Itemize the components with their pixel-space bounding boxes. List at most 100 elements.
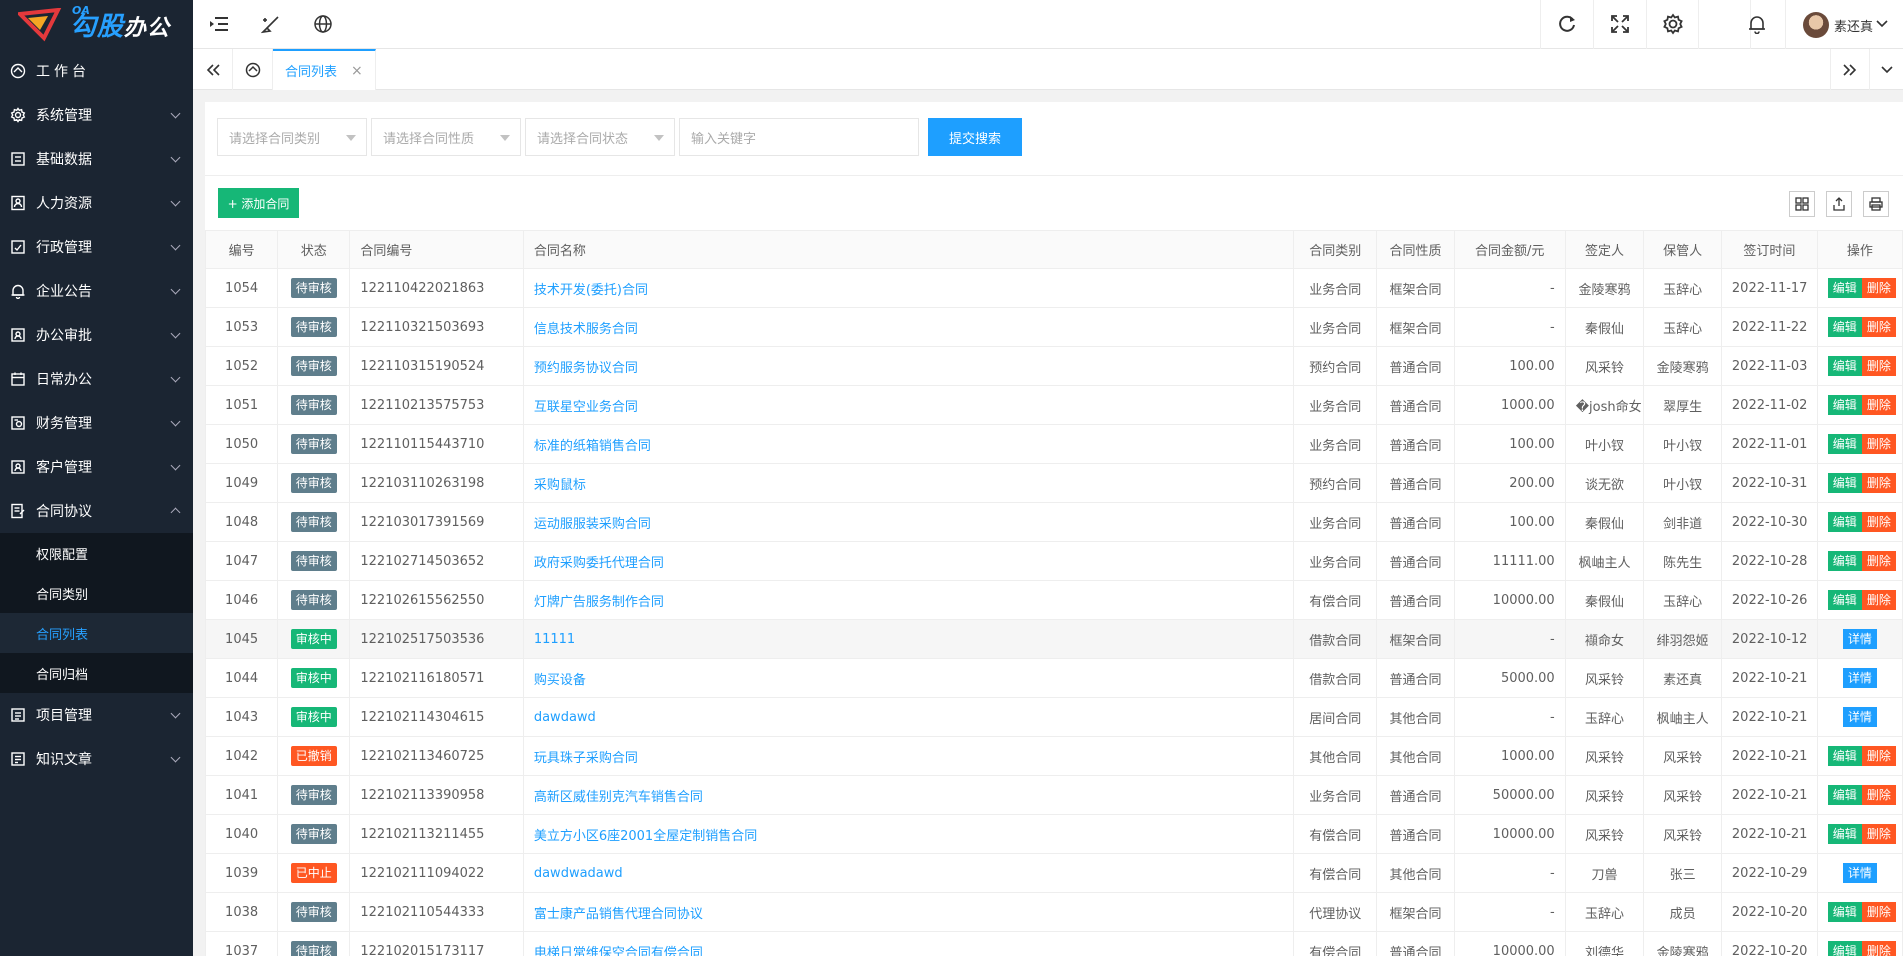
header-name[interactable]: 合同名称 [522,230,1295,269]
table-row[interactable]: 1052 待审核 122110315190524 预约服务协议合同 预约合同 普通合同 10… [205,346,1903,386]
table-row[interactable]: 1038 待审核 122102110544333 富士康产品销售代理合同协议 代理协议框… [205,892,1903,932]
contract-name-link[interactable]: 信息技术服务合同 [534,322,638,337]
nature-select[interactable]: 请选择合同性质 [371,118,521,156]
sidebar-item-5[interactable]: 企业公告 [0,269,193,313]
globe-icon[interactable] [311,12,335,36]
sidebar-item-11[interactable]: 项目管理 [0,693,193,737]
contract-name-link[interactable]: 购买设备 [534,673,586,688]
table-row[interactable]: 1040 待审核 122102113211455 美立方小区6座2001全屋定制销售合… [205,814,1903,854]
detail-button[interactable]: 详情 [1842,863,1877,883]
add-contract-button[interactable]: + 添加合同 [218,188,299,218]
refresh-icon[interactable] [1555,12,1579,36]
close-icon[interactable]: × [351,63,363,79]
contract-name-link[interactable]: 高新区威佳别克汽车销售合同 [534,790,703,805]
edit-button[interactable]: 编辑 [1827,473,1862,493]
table-row[interactable]: 1054 待审核 122110422021863 技术开发(委托)合同 业务合同 框架合同… [205,268,1903,308]
status-select[interactable]: 请选择合同状态 [525,118,675,156]
header-code[interactable]: 合同编号 [349,230,524,269]
sidebar-item-4[interactable]: 行政管理 [0,225,193,269]
delete-button[interactable]: 删除 [1861,395,1896,415]
table-row[interactable]: 1051 待审核 122110213575753 互联星空业务合同 业务合同 普通合同 10… [205,385,1903,425]
edit-button[interactable]: 编辑 [1827,278,1862,298]
submenu-item-1[interactable]: 合同类别 [0,573,193,613]
bell-icon[interactable] [1745,12,1769,36]
sidebar-item-6[interactable]: 办公审批 [0,313,193,357]
export-icon[interactable] [1826,191,1852,217]
delete-button[interactable]: 删除 [1861,317,1896,337]
contract-name-link[interactable]: 美立方小区6座2001全屋定制销售合同 [534,829,757,844]
sidebar-item-3[interactable]: 人力资源 [0,181,193,225]
contract-name-link[interactable]: 11111 [534,632,575,647]
sidebar-item-7[interactable]: 日常办公 [0,357,193,401]
contract-name-link[interactable]: 电梯日常维保空合同有偿合同 [534,946,703,956]
delete-button[interactable]: 删除 [1861,824,1896,844]
header-date[interactable]: 签订时间 [1720,230,1818,269]
tab-contract-list[interactable]: 合同列表 × [273,49,376,90]
sidebar-item-8[interactable]: 财务管理 [0,401,193,445]
chevron-down-icon[interactable] [1875,12,1889,36]
table-row[interactable]: 1041 待审核 122102113390958 高新区威佳别克汽车销售合同 业务合同普… [205,775,1903,815]
edit-button[interactable]: 编辑 [1827,746,1862,766]
edit-button[interactable]: 编辑 [1827,395,1862,415]
table-row[interactable]: 1043 审核中 122102114304615 dawdawd 居间合同 其他合同 - 玉辞… [205,697,1903,737]
delete-button[interactable]: 删除 [1861,746,1896,766]
table-row[interactable]: 1044 审核中 122102116180571 购买设备 借款合同 普通合同 5000.0… [205,658,1903,698]
header-amount[interactable]: 合同金额/元 [1453,230,1566,269]
contract-name-link[interactable]: 标准的纸箱销售合同 [534,439,651,454]
fullscreen-icon[interactable] [1608,12,1632,36]
sidebar-item-10[interactable]: 合同协议 [0,489,193,533]
contract-name-link[interactable]: 采购鼠标 [534,478,586,493]
columns-icon[interactable] [1789,191,1815,217]
sidebar-item-12[interactable]: 知识文章 [0,737,193,781]
delete-button[interactable]: 删除 [1861,902,1896,922]
print-icon[interactable] [1863,191,1889,217]
contract-name-link[interactable]: dawdwadawd [534,866,623,881]
header-category[interactable]: 合同类别 [1293,230,1378,269]
tabs-scroll-left-icon[interactable] [193,49,233,90]
table-row[interactable]: 1048 待审核 122103017391569 运动服服装采购合同 业务合同 普通合同 1… [205,502,1903,542]
detail-button[interactable]: 详情 [1842,629,1877,649]
contract-name-link[interactable]: 政府采购委托代理合同 [534,556,664,571]
delete-button[interactable]: 删除 [1861,785,1896,805]
contract-name-link[interactable]: 预约服务协议合同 [534,361,638,376]
header-nature[interactable]: 合同性质 [1376,230,1455,269]
category-select[interactable]: 请选择合同类别 [217,118,367,156]
delete-button[interactable]: 删除 [1861,590,1896,610]
delete-button[interactable]: 删除 [1861,356,1896,376]
delete-button[interactable]: 删除 [1861,434,1896,454]
header-actions[interactable]: 操作 [1816,230,1903,269]
tabs-scroll-right-icon[interactable] [1830,49,1870,90]
contract-name-link[interactable]: dawdawd [534,710,596,725]
gear-icon[interactable] [1661,12,1685,36]
delete-button[interactable]: 删除 [1861,278,1896,298]
delete-button[interactable]: 删除 [1861,473,1896,493]
contract-name-link[interactable]: 互联星空业务合同 [534,400,638,415]
contract-name-link[interactable]: 灯牌广告服务制作合同 [534,595,664,610]
edit-button[interactable]: 编辑 [1827,434,1862,454]
header-status[interactable]: 状态 [277,230,351,269]
edit-button[interactable]: 编辑 [1827,785,1862,805]
contract-name-link[interactable]: 富士康产品销售代理合同协议 [534,907,703,922]
keyword-input[interactable]: 输入关键字 [679,118,919,156]
table-row[interactable]: 1037 待审核 122102015173117 电梯日常维保空合同有偿合同 有偿合同普… [205,931,1903,956]
table-row[interactable]: 1053 待审核 122110321503693 信息技术服务合同 业务合同 框架合同 - 秦… [205,307,1903,347]
table-row[interactable]: 1049 待审核 122103110263198 采购鼠标 预约合同 普通合同 200.00… [205,463,1903,503]
edit-button[interactable]: 编辑 [1827,512,1862,532]
brush-icon[interactable] [259,12,283,36]
submenu-item-2[interactable]: 合同列表 [0,613,193,653]
table-row[interactable]: 1050 待审核 122110115443710 标准的纸箱销售合同 业务合同 普通合同 1… [205,424,1903,464]
header-keeper[interactable]: 保管人 [1643,230,1722,269]
edit-button[interactable]: 编辑 [1827,824,1862,844]
contract-name-link[interactable]: 运动服服装采购合同 [534,517,651,532]
avatar[interactable] [1803,12,1829,38]
sidebar-item-9[interactable]: 客户管理 [0,445,193,489]
user-name[interactable]: 素还真 [1834,16,1873,35]
edit-button[interactable]: 编辑 [1827,941,1862,956]
edit-button[interactable]: 编辑 [1827,356,1862,376]
table-row[interactable]: 1039 已中止 122102111094022 dawdwadawd 有偿合同 其他合同… [205,853,1903,893]
table-row[interactable]: 1046 待审核 122102615562550 灯牌广告服务制作合同 有偿合同 普通合同… [205,580,1903,620]
table-row[interactable]: 1045 审核中 122102517503536 11111 借款合同 框架合同 - 襭命女绯… [205,619,1903,659]
sidebar-item-1[interactable]: 系统管理 [0,93,193,137]
contract-name-link[interactable]: 玩具珠子采购合同 [534,751,638,766]
tabs-menu-icon[interactable] [1870,49,1903,90]
